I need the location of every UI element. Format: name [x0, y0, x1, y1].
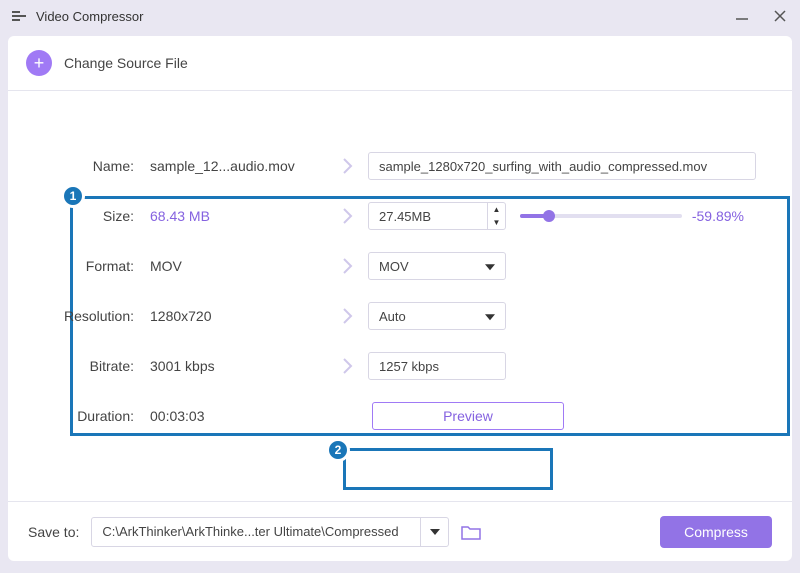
row-bitrate: Bitrate: 3001 kbps [28, 351, 772, 381]
save-to-label: Save to: [28, 524, 79, 540]
row-resolution: Resolution: 1280x720 Auto [28, 301, 772, 331]
label-resolution: Resolution: [28, 308, 150, 324]
original-format: MOV [150, 258, 328, 274]
original-duration: 00:03:03 [150, 408, 328, 424]
window-controls [734, 8, 788, 24]
row-name: Name: sample_12...audio.mov [28, 151, 772, 181]
original-size: 68.43 MB [150, 208, 328, 224]
preview-button[interactable]: Preview [372, 402, 564, 430]
original-resolution: 1280x720 [150, 308, 328, 324]
title-bar: Video Compressor [0, 0, 800, 32]
row-size: Size: 68.43 MB 27.45MB ▲ ▼ [28, 201, 772, 231]
save-path-field[interactable]: C:\ArkThinker\ArkThinke...ter Ultimate\C… [91, 517, 449, 547]
spinner-down-icon[interactable]: ▼ [488, 216, 505, 229]
output-bitrate-input[interactable] [368, 352, 506, 380]
annotation-badge-2: 2 [326, 438, 350, 462]
open-folder-icon[interactable] [461, 524, 481, 540]
chevron-right-icon [328, 157, 368, 175]
output-name-input[interactable] [368, 152, 756, 180]
original-bitrate: 3001 kbps [150, 358, 328, 374]
annotation-badge-1: 1 [61, 184, 85, 208]
row-format: Format: MOV MOV [28, 251, 772, 281]
size-slider[interactable] [520, 214, 682, 218]
compress-button[interactable]: Compress [660, 516, 772, 548]
save-path-dropdown-icon[interactable] [420, 518, 448, 546]
label-size: Size: [28, 208, 150, 224]
close-button[interactable] [772, 8, 788, 24]
output-size-value: 27.45MB [369, 209, 487, 224]
output-size-spinner[interactable]: 27.45MB ▲ ▼ [368, 202, 506, 230]
slider-thumb[interactable] [543, 210, 555, 222]
chevron-right-icon [328, 207, 368, 225]
preview-button-label: Preview [443, 408, 493, 424]
chevron-right-icon [328, 307, 368, 325]
compress-button-label: Compress [684, 524, 748, 540]
label-name: Name: [28, 158, 150, 174]
minimize-button[interactable] [734, 8, 750, 24]
output-resolution-value: Auto [379, 309, 406, 324]
app-icon [12, 11, 26, 21]
output-resolution-select[interactable]: Auto [368, 302, 506, 330]
output-format-value: MOV [379, 259, 409, 274]
footer: Save to: C:\ArkThinker\ArkThinke...ter U… [8, 501, 792, 561]
main-card: + Change Source File 1 2 Name: sample_12… [8, 36, 792, 561]
change-source-row[interactable]: + Change Source File [8, 36, 792, 91]
output-format-select[interactable]: MOV [368, 252, 506, 280]
spinner-up-icon[interactable]: ▲ [488, 203, 505, 216]
change-source-label: Change Source File [64, 55, 188, 71]
window-title: Video Compressor [36, 9, 734, 24]
label-bitrate: Bitrate: [28, 358, 150, 374]
row-duration: Duration: 00:03:03 Preview [28, 401, 772, 431]
label-duration: Duration: [28, 408, 150, 424]
plus-icon: + [26, 50, 52, 76]
compression-percent: -59.89% [692, 208, 744, 224]
save-path-text: C:\ArkThinker\ArkThinke...ter Ultimate\C… [92, 524, 420, 539]
label-format: Format: [28, 258, 150, 274]
form-content: Name: sample_12...audio.mov Size: 68.43 … [8, 91, 792, 431]
original-name: sample_12...audio.mov [150, 158, 328, 174]
chevron-right-icon [328, 257, 368, 275]
annotation-box-2 [343, 448, 553, 490]
chevron-right-icon [328, 357, 368, 375]
